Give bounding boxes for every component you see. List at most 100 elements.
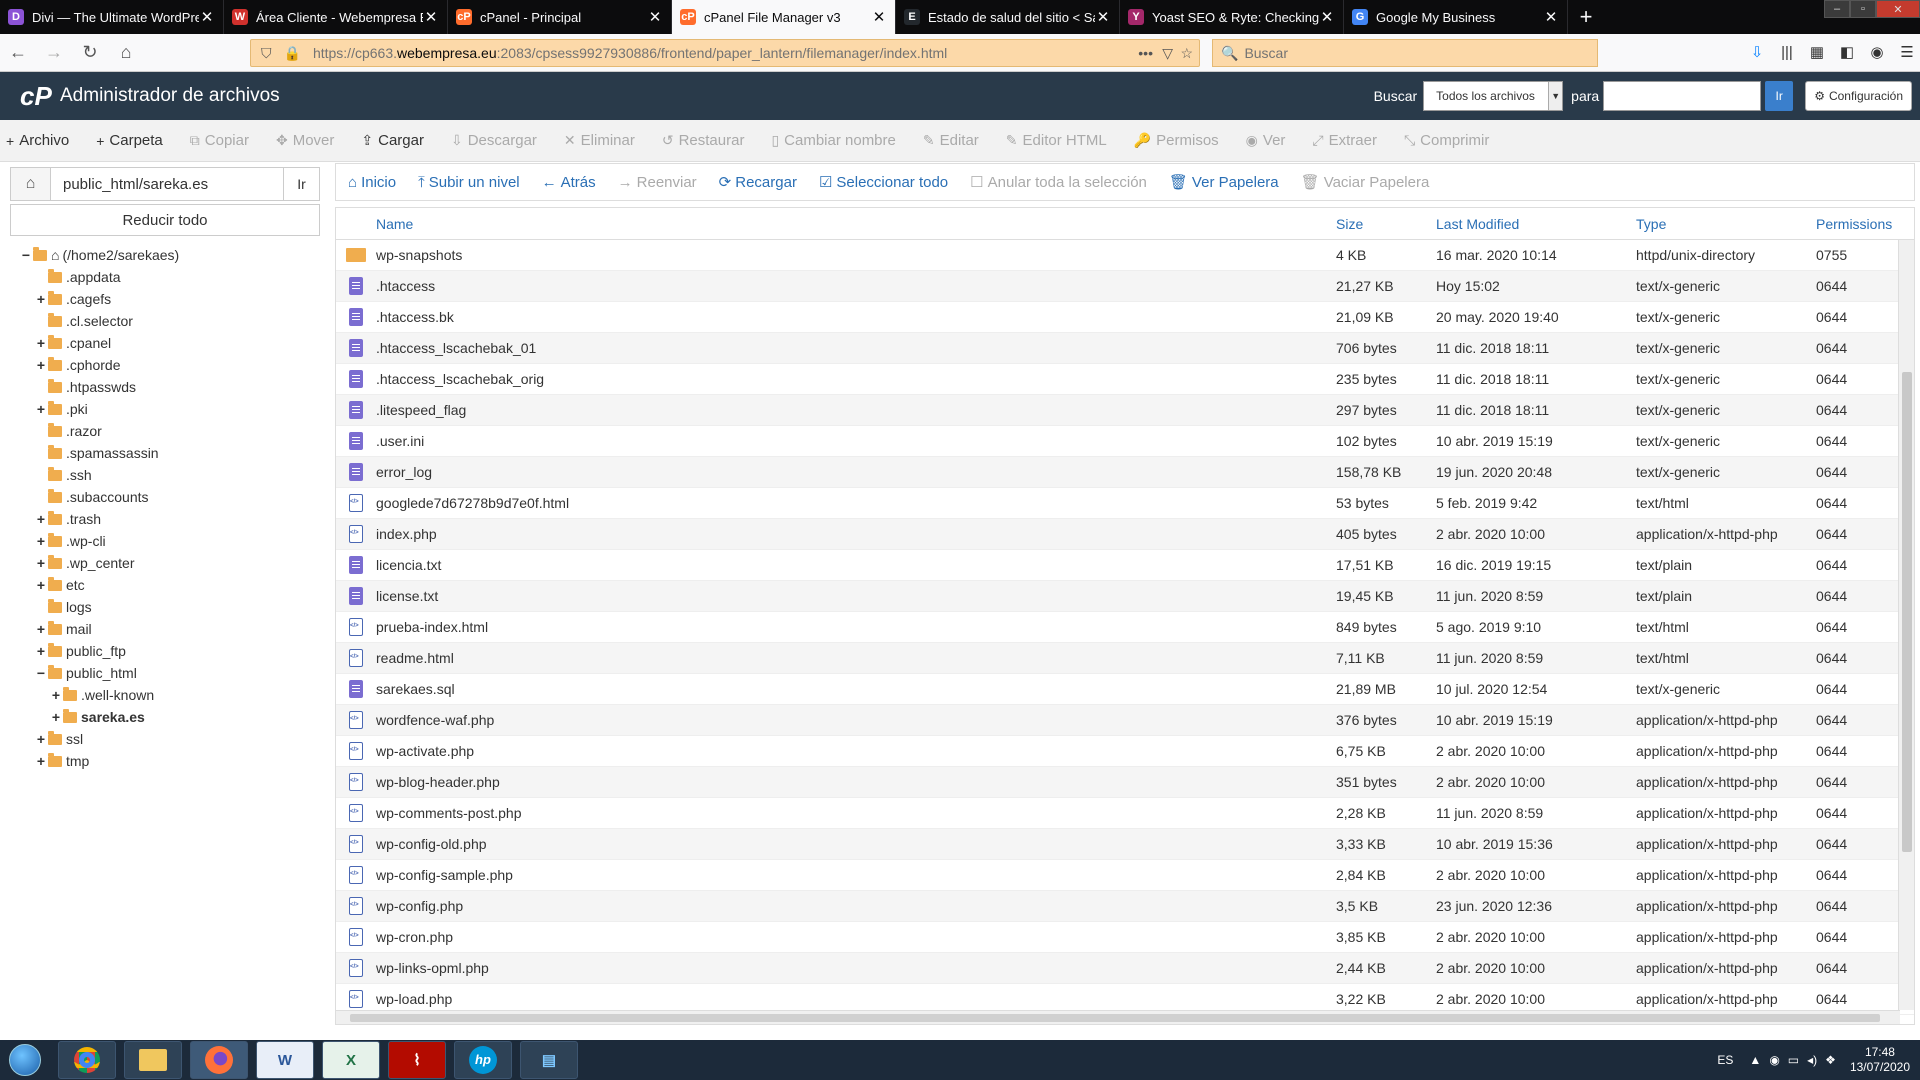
maximize-icon[interactable]: ▫ — [1850, 0, 1876, 18]
tree-node[interactable]: + .trash — [0, 508, 330, 530]
toolbar-button-archivo[interactable]: + Archivo — [6, 132, 69, 149]
expand-toggle-icon[interactable]: + — [35, 621, 47, 637]
table-row[interactable]: wp-links-opml.php 2,44 KB 2 abr. 2020 10:0… — [336, 953, 1914, 984]
search-input[interactable] — [1603, 81, 1762, 111]
tree-node[interactable]: − public_html — [0, 662, 330, 684]
expand-toggle-icon[interactable]: + — [35, 335, 47, 351]
extension-icon[interactable]: ▦ — [1804, 38, 1830, 66]
tree-node[interactable]: .subaccounts — [0, 486, 330, 508]
collapse-all-button[interactable]: Reducir todo — [10, 204, 320, 236]
header-modified[interactable]: Last Modified — [1436, 216, 1636, 232]
table-row[interactable]: .htaccess.bk 21,09 KB 20 may. 2020 19:40 te… — [336, 302, 1914, 333]
expand-toggle-icon[interactable]: + — [35, 753, 47, 769]
table-row[interactable]: wp-comments-post.php 2,28 KB 11 jun. 2020 … — [336, 798, 1914, 829]
tree-node[interactable]: .ssh — [0, 464, 330, 486]
home-icon[interactable]: ⌂ — [11, 168, 51, 200]
browser-search-bar[interactable]: 🔍 Buscar — [1212, 39, 1598, 67]
toolbar-button-cargar[interactable]: ⇪ Cargar — [361, 132, 424, 149]
table-row[interactable]: wp-config.php 3,5 KB 23 jun. 2020 12:36 app… — [336, 891, 1914, 922]
tray-arrow-icon[interactable]: ▲ — [1749, 1053, 1761, 1067]
browser-tab[interactable]: W Área Cliente - Webempresa Eu ✕ — [224, 0, 448, 34]
nav-button-vaciar-papelera[interactable]: 🗑 Vaciar Papelera — [1301, 173, 1430, 192]
toolbar-button-editor-html[interactable]: ✎ Editor HTML — [1006, 132, 1107, 149]
table-row[interactable]: wp-snapshots 4 KB 16 mar. 2020 10:14 httpd/… — [336, 240, 1914, 271]
nav-button-inicio[interactable]: ⌂ Inicio — [348, 174, 396, 191]
table-row[interactable]: wp-cron.php 3,85 KB 2 abr. 2020 10:00 appli… — [336, 922, 1914, 953]
table-row[interactable]: wordfence-waf.php 376 bytes 10 abr. 2019 1… — [336, 705, 1914, 736]
toolbar-button-editar[interactable]: ✎ Editar — [923, 132, 979, 149]
toolbar-button-carpeta[interactable]: + Carpeta — [96, 132, 163, 149]
browser-tab[interactable]: D Divi — The Ultimate WordPress ✕ — [0, 0, 224, 34]
table-row[interactable]: .litespeed_flag 297 bytes 11 dic. 2018 18:… — [336, 395, 1914, 426]
tree-node[interactable]: + sareka.es — [0, 706, 330, 728]
browser-tab[interactable]: cP cPanel File Manager v3 ✕ — [672, 0, 896, 34]
expand-toggle-icon[interactable]: + — [35, 511, 47, 527]
close-icon[interactable]: ✕ — [199, 8, 215, 26]
table-row[interactable]: error_log 158,78 KB 19 jun. 2020 20:48 text… — [336, 457, 1914, 488]
toolbar-button-descargar[interactable]: ⇩ Descargar — [451, 132, 537, 149]
network-icon[interactable]: ◉ — [1769, 1053, 1779, 1067]
toolbar-button-ver[interactable]: ◉ Ver — [1246, 132, 1286, 149]
close-icon[interactable]: ✕ — [423, 8, 439, 26]
minimize-icon[interactable]: – — [1824, 0, 1850, 18]
close-icon[interactable]: ✕ — [1543, 8, 1559, 26]
tree-node[interactable]: + .cphorde — [0, 354, 330, 376]
tree-node[interactable]: + etc — [0, 574, 330, 596]
table-row[interactable]: .user.ini 102 bytes 10 abr. 2019 15:19 text… — [336, 426, 1914, 457]
bookmark-star-icon[interactable]: ☆ — [1180, 45, 1193, 62]
reload-icon[interactable]: ↻ — [72, 38, 108, 68]
vertical-scrollbar[interactable] — [1898, 240, 1914, 1010]
file-explorer-icon[interactable] — [124, 1041, 182, 1079]
page-actions-icon[interactable]: ••• — [1138, 45, 1153, 61]
table-row[interactable]: prueba-index.html 849 bytes 5 ago. 2019 9:… — [336, 612, 1914, 643]
scrollbar-thumb[interactable] — [1902, 372, 1912, 852]
excel-icon[interactable]: X — [322, 1041, 380, 1079]
toolbar-button-mover[interactable]: ✥ Mover — [276, 132, 334, 149]
browser-tab[interactable]: Y Yoast SEO & Ryte: Checking yo ✕ — [1120, 0, 1344, 34]
table-row[interactable]: .htaccess 21,27 KB Hoy 15:02 text/x-generic… — [336, 271, 1914, 302]
table-row[interactable]: wp-blog-header.php 351 bytes 2 abr. 2020 1… — [336, 767, 1914, 798]
header-size[interactable]: Size — [1336, 216, 1436, 232]
toolbar-button-extraer[interactable]: ⤢ Extraer — [1312, 132, 1377, 149]
language-indicator[interactable]: ES — [1717, 1053, 1733, 1067]
pocket-icon[interactable]: ▽ — [1162, 45, 1173, 62]
table-row[interactable]: .htaccess_lscachebak_01 706 bytes 11 dic. … — [336, 333, 1914, 364]
expand-toggle-icon[interactable]: + — [50, 687, 62, 703]
toolbar-button-copiar[interactable]: ⧉ Copiar — [190, 132, 249, 149]
close-icon[interactable]: ✕ — [1319, 8, 1335, 26]
expand-toggle-icon[interactable]: + — [35, 401, 47, 417]
shield-icon[interactable]: ⛉ — [261, 45, 272, 62]
expand-toggle-icon[interactable]: + — [35, 577, 47, 593]
search-go-button[interactable]: Ir — [1765, 81, 1794, 111]
toolbar-button-permisos[interactable]: 🔑 Permisos — [1134, 132, 1219, 149]
tree-node[interactable]: + mail — [0, 618, 330, 640]
expand-toggle-icon[interactable]: + — [35, 291, 47, 307]
expand-toggle-icon[interactable]: + — [35, 555, 47, 571]
horizontal-scrollbar[interactable] — [336, 1010, 1900, 1024]
close-window-icon[interactable]: ✕ — [1876, 0, 1920, 18]
close-icon[interactable]: ✕ — [647, 8, 663, 26]
download-icon[interactable]: ⇩ — [1744, 38, 1770, 66]
expand-toggle-icon[interactable]: − — [35, 665, 47, 681]
tree-node[interactable]: + ssl — [0, 728, 330, 750]
tree-node[interactable]: + .well-known — [0, 684, 330, 706]
settings-button[interactable]: ⚙ Configuración — [1805, 81, 1912, 111]
close-icon[interactable]: ✕ — [871, 8, 887, 26]
acrobat-icon[interactable]: ⌇ — [388, 1041, 446, 1079]
expand-toggle-icon[interactable]: − — [20, 247, 32, 263]
toolbar-button-eliminar[interactable]: ✕ Eliminar — [564, 132, 635, 149]
expand-toggle-icon[interactable]: + — [35, 731, 47, 747]
table-row[interactable]: wp-config-sample.php 2,84 KB 2 abr. 2020 1… — [336, 860, 1914, 891]
dropbox-icon[interactable]: ❖ — [1825, 1053, 1836, 1067]
expand-toggle-icon[interactable]: + — [35, 643, 47, 659]
library-icon[interactable]: ||| — [1774, 38, 1800, 66]
sidebar-icon[interactable]: ◧ — [1834, 38, 1860, 66]
nav-button-seleccionar-todo[interactable]: ☑ Seleccionar todo — [819, 173, 948, 192]
nav-button-subir-un-nivel[interactable]: ⤒ Subir un nivel — [418, 174, 520, 191]
tree-node[interactable]: logs — [0, 596, 330, 618]
tree-node[interactable]: + .wp_center — [0, 552, 330, 574]
nav-button-anular-toda-la-selección[interactable]: ☐ Anular toda la selección — [970, 173, 1147, 192]
word-icon[interactable]: W — [256, 1041, 314, 1079]
table-row[interactable]: .htaccess_lscachebak_orig 235 bytes 11 dic… — [336, 364, 1914, 395]
table-row[interactable]: index.php 405 bytes 2 abr. 2020 10:00 appli… — [336, 519, 1914, 550]
